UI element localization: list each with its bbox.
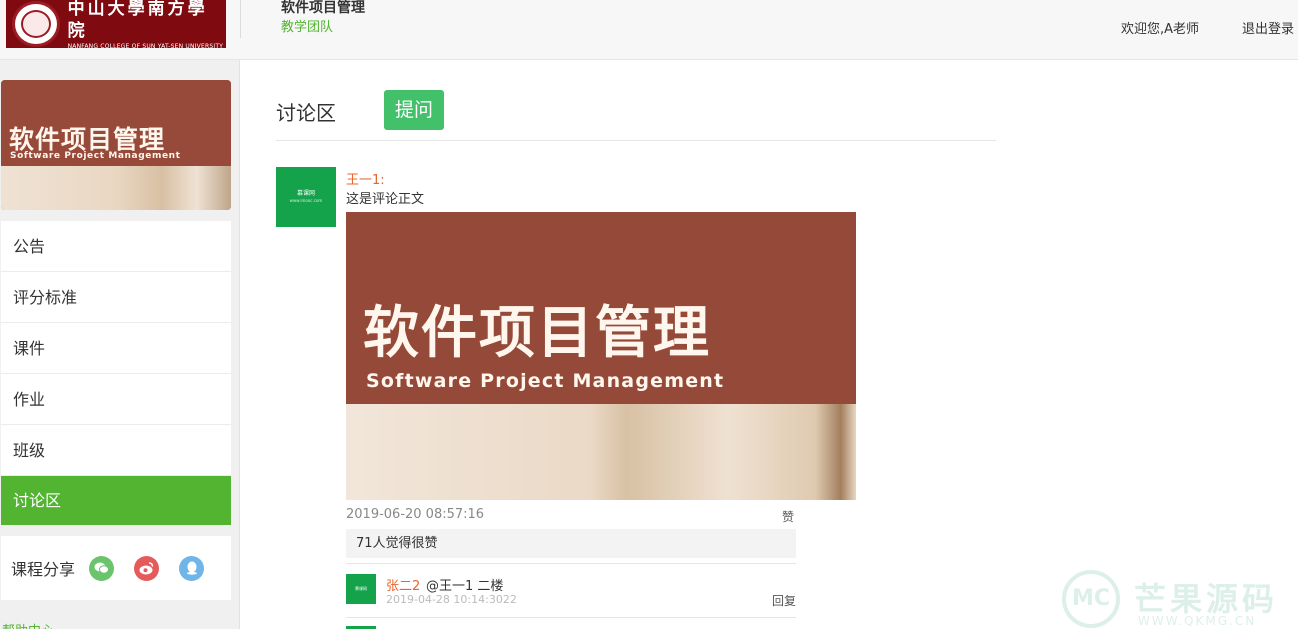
reply-divider — [346, 617, 796, 618]
page-title: 讨论区 — [276, 101, 336, 125]
sidebar-item-discussion[interactable]: 讨论区 — [1, 476, 231, 526]
sidebar-item-courseware[interactable]: 课件 — [1, 323, 231, 374]
wechat-icon[interactable] — [89, 555, 115, 581]
sidebar-item-homework[interactable]: 作业 — [1, 374, 231, 425]
top-header: 中山大學南方學院 NANFANG COLLEGE OF SUN YAT-SEN … — [0, 0, 1298, 60]
course-team-link[interactable]: 教学团队 — [281, 20, 333, 36]
college-seal-icon — [12, 1, 60, 47]
sidebar-item-class[interactable]: 班级 — [1, 425, 231, 476]
qq-icon[interactable] — [179, 555, 205, 581]
logo-text-cn: 中山大學南方學院 — [67, 0, 208, 41]
sidebar-item-grading[interactable]: 评分标准 — [1, 272, 231, 323]
weibo-icon[interactable] — [134, 555, 160, 581]
like-button[interactable]: 赞 — [782, 508, 794, 525]
share-label: 课程分享 — [11, 560, 76, 579]
post-image-subtitle: Software Project Management — [366, 370, 725, 392]
avatar[interactable]: 慕课网 www.imooc.com — [276, 167, 336, 227]
post-author[interactable]: 王一1: — [346, 169, 385, 188]
cover-subtitle: Software Project Management — [10, 151, 181, 161]
header-divider — [240, 0, 241, 38]
logout-link[interactable]: 退出登录 — [1242, 18, 1294, 37]
logo-text-en: NANFANG COLLEGE OF SUN YAT-SEN UNIVERSIT… — [67, 42, 224, 50]
ask-question-button[interactable]: 提问 — [384, 90, 444, 130]
post-timestamp: 2019-06-20 08:57:16 — [346, 507, 485, 522]
reply-author[interactable]: 张二2 — [386, 575, 420, 594]
reply-timestamp: 2019-04-28 10:14:3022 — [386, 593, 517, 606]
post-image[interactable]: 软件项目管理 Software Project Management — [346, 212, 856, 500]
reply-button[interactable]: 回复 — [772, 592, 796, 609]
course-cover-image: 软件项目管理 Software Project Management — [1, 80, 231, 210]
reply-divider — [346, 563, 796, 564]
reply-text: @王一1 二楼 — [426, 579, 504, 594]
title-divider — [276, 140, 996, 141]
welcome-text: 欢迎您,A老师 — [1121, 22, 1200, 37]
help-center-link[interactable]: 帮助中心 — [2, 620, 54, 629]
sidebar: 软件项目管理 Software Project Management 公告 评分… — [0, 60, 240, 629]
post-image-title: 软件项目管理 — [363, 301, 711, 366]
sidebar-item-announcement[interactable]: 公告 — [1, 221, 231, 272]
course-share: 课程分享 — [1, 536, 231, 600]
watermark-logo: MC 芒果源码 WWW.QKMG.CN — [1062, 568, 1298, 629]
post-text: 这是评论正文 — [346, 192, 425, 207]
college-logo[interactable]: 中山大學南方學院 NANFANG COLLEGE OF SUN YAT-SEN … — [6, 0, 226, 50]
likes-count: 71人觉得很赞 — [346, 529, 796, 558]
course-title: 软件项目管理 — [281, 0, 365, 16]
sidebar-nav: 公告 评分标准 课件 作业 班级 讨论区 — [1, 221, 231, 526]
reply-avatar[interactable]: 慕课网 — [346, 574, 376, 604]
